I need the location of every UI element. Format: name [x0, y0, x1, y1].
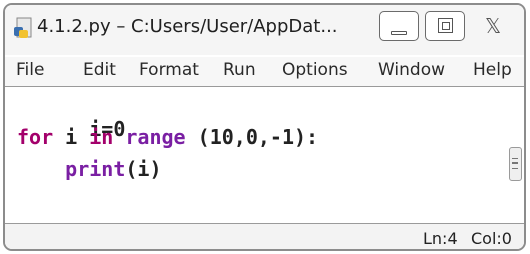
code-line-2: for i in range (10,0,-1):: [17, 125, 318, 149]
keyword-in: in: [89, 125, 114, 149]
menu-bar: File Edit Format Run Options Window Help: [5, 57, 524, 87]
code-text: (10,0,-1):: [185, 125, 319, 149]
menu-options[interactable]: Options: [282, 60, 348, 80]
code-line-3: print(i): [17, 157, 162, 181]
menu-edit[interactable]: Edit: [83, 60, 116, 80]
menu-file[interactable]: File: [16, 60, 44, 80]
builtin-print: print: [65, 157, 126, 181]
builtin-range: range: [125, 125, 186, 149]
menu-help[interactable]: Help: [473, 60, 512, 80]
status-bar: Ln:4 Col:0: [5, 223, 524, 249]
vertical-scrollbar-thumb[interactable]: [509, 147, 522, 181]
code-editor[interactable]: i=0 for i in range (10,0,-1): print(i): [5, 87, 524, 223]
close-button[interactable]: 𝕏: [471, 11, 519, 41]
close-icon: 𝕏: [485, 14, 502, 38]
menu-window[interactable]: Window: [378, 60, 445, 80]
maximize-icon: [438, 18, 453, 33]
minimize-button[interactable]: [379, 11, 419, 41]
window-title: 4.1.2.py – C:Users/User/AppDat...: [37, 16, 338, 37]
menu-format[interactable]: Format: [139, 60, 199, 80]
code-text: (i): [125, 157, 162, 181]
status-line: Ln:4: [423, 229, 458, 248]
minimize-icon: [391, 31, 407, 35]
grip-icon: [512, 158, 518, 169]
python-file-icon: [14, 17, 32, 38]
idle-editor-window: 4.1.2.py – C:Users/User/AppDat... 𝕏 File…: [3, 3, 526, 251]
keyword-for: for: [17, 125, 54, 149]
code-text: i: [53, 125, 90, 149]
menu-run[interactable]: Run: [223, 60, 256, 80]
title-bar[interactable]: 4.1.2.py – C:Users/User/AppDat... 𝕏: [5, 5, 524, 55]
maximize-button[interactable]: [425, 11, 465, 41]
status-column: Col:0: [471, 229, 512, 248]
